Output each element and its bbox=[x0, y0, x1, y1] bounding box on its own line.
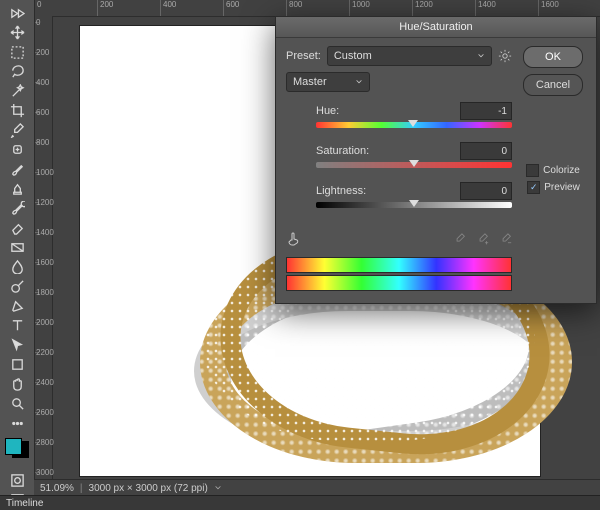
preset-dropdown[interactable]: Custom bbox=[327, 46, 492, 66]
zoom-tool-icon[interactable] bbox=[4, 394, 30, 413]
lightness-slider[interactable] bbox=[316, 202, 512, 212]
shape-tool-icon[interactable] bbox=[4, 355, 30, 374]
ok-button[interactable]: OK bbox=[523, 46, 583, 68]
colorize-label: Colorize bbox=[543, 165, 580, 176]
colorize-checkbox[interactable]: Colorize bbox=[526, 164, 580, 177]
crop-tool-icon[interactable] bbox=[4, 102, 30, 121]
lightness-input[interactable]: 0 bbox=[460, 182, 512, 200]
color-swatches[interactable] bbox=[4, 437, 30, 459]
timeline-label: Timeline bbox=[6, 498, 43, 509]
spectrum-bar-top[interactable] bbox=[286, 257, 512, 273]
saturation-input[interactable]: 0 bbox=[460, 142, 512, 160]
targeted-adjust-icon[interactable] bbox=[286, 230, 302, 249]
healing-brush-tool-icon[interactable] bbox=[4, 141, 30, 160]
hue-saturation-dialog: Hue/Saturation Preset: Custom Master bbox=[275, 16, 597, 304]
dodge-tool-icon[interactable] bbox=[4, 277, 30, 296]
timeline-panel-tab[interactable]: Timeline bbox=[0, 495, 600, 510]
move-tool-icon[interactable] bbox=[4, 24, 30, 43]
channel-value: Master bbox=[293, 76, 327, 88]
spectrum-bar-bottom[interactable] bbox=[286, 275, 512, 291]
magic-wand-tool-icon[interactable] bbox=[4, 82, 30, 101]
history-brush-tool-icon[interactable] bbox=[4, 199, 30, 218]
pen-tool-icon[interactable] bbox=[4, 297, 30, 316]
hand-tool-icon[interactable] bbox=[4, 375, 30, 394]
hue-slider[interactable] bbox=[316, 122, 512, 132]
zoom-display[interactable]: 51.09% bbox=[40, 483, 74, 494]
marquee-tool-icon[interactable] bbox=[4, 43, 30, 62]
eyedropper-tool-icon[interactable] bbox=[4, 121, 30, 140]
preset-label: Preset: bbox=[286, 50, 321, 62]
eyedropper-group bbox=[453, 233, 512, 249]
eyedropper-add-icon[interactable] bbox=[476, 233, 489, 249]
more-tools-icon[interactable] bbox=[4, 414, 30, 433]
cancel-button[interactable]: Cancel bbox=[523, 74, 583, 96]
eyedropper-icon[interactable] bbox=[453, 233, 466, 249]
dialog-title: Hue/Saturation bbox=[276, 17, 596, 38]
preview-label: Preview bbox=[544, 182, 580, 193]
path-select-tool-icon[interactable] bbox=[4, 336, 30, 355]
blur-tool-icon[interactable] bbox=[4, 258, 30, 277]
eraser-tool-icon[interactable] bbox=[4, 219, 30, 238]
preset-options-icon[interactable] bbox=[498, 49, 512, 63]
hue-label: Hue: bbox=[316, 105, 339, 117]
vertical-ruler: 0200400600800100012001400160018002000220… bbox=[34, 16, 53, 480]
lasso-tool-icon[interactable] bbox=[4, 63, 30, 82]
tool-palette bbox=[0, 0, 35, 510]
saturation-label: Saturation: bbox=[316, 145, 369, 157]
clone-stamp-tool-icon[interactable] bbox=[4, 180, 30, 199]
hue-input[interactable]: -1 bbox=[460, 102, 512, 120]
horizontal-ruler: 0200400600800100012001400160018002000220… bbox=[34, 0, 600, 17]
preset-value: Custom bbox=[334, 50, 372, 62]
foreground-swatch[interactable] bbox=[5, 438, 22, 455]
saturation-slider[interactable] bbox=[316, 162, 512, 172]
doc-dimensions: 3000 px × 3000 px (72 ppi) bbox=[89, 483, 208, 494]
status-bar: 51.09% | 3000 px × 3000 px (72 ppi) bbox=[34, 479, 600, 496]
gradient-tool-icon[interactable] bbox=[4, 238, 30, 257]
brush-tool-icon[interactable] bbox=[4, 160, 30, 179]
flyout-handle-icon[interactable] bbox=[4, 4, 30, 23]
lightness-label: Lightness: bbox=[316, 185, 366, 197]
quick-mask-icon[interactable] bbox=[4, 471, 30, 490]
eyedropper-subtract-icon[interactable] bbox=[499, 233, 512, 249]
preview-checkbox[interactable]: ✓ Preview bbox=[527, 181, 580, 194]
channel-dropdown[interactable]: Master bbox=[286, 72, 370, 92]
type-tool-icon[interactable] bbox=[4, 316, 30, 335]
